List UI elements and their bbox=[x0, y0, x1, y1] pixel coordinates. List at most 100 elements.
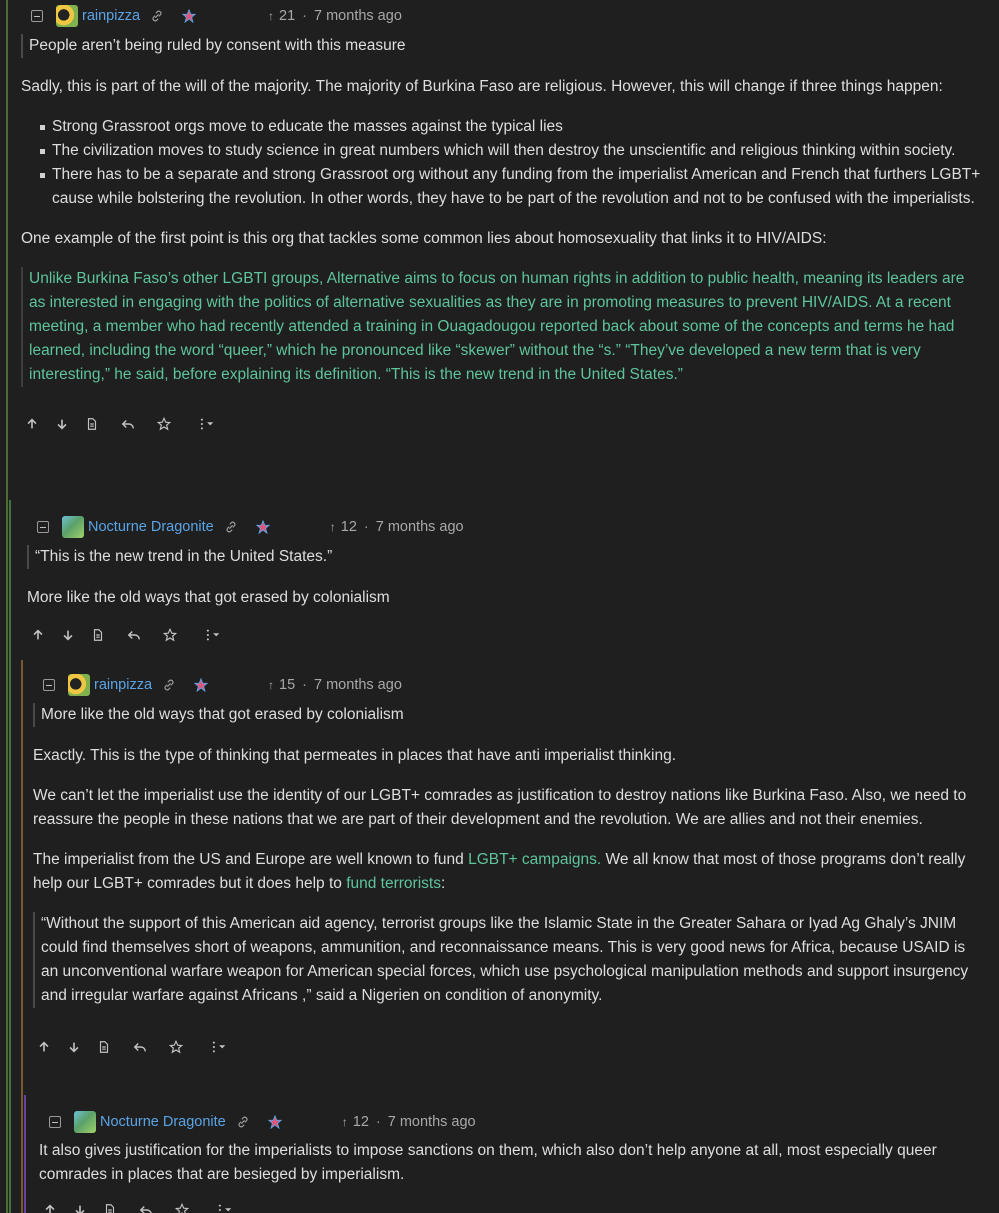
view-source-button[interactable] bbox=[103, 1203, 117, 1213]
comment-text: The imperialist from the US and Europe a… bbox=[33, 851, 966, 892]
link-icon[interactable] bbox=[236, 1115, 250, 1129]
collapse-button[interactable] bbox=[31, 10, 43, 22]
timestamp: 7 months ago bbox=[314, 8, 402, 24]
arrow-down-icon bbox=[63, 630, 73, 641]
comment: Nocturne Dragonite ↑ 12 · 7 months ago “T… bbox=[27, 516, 977, 648]
comment-text: It also gives justification for the impe… bbox=[39, 1142, 937, 1183]
avatar[interactable] bbox=[68, 674, 90, 696]
quote: People aren’t being ruled by consent wit… bbox=[21, 34, 981, 58]
thread-line-1b bbox=[9, 500, 11, 1213]
quote-green: Unlike Burkina Faso’s other LGBTI groups… bbox=[21, 267, 981, 387]
separator: · bbox=[302, 677, 308, 693]
thread-line-3 bbox=[24, 1095, 26, 1213]
collapse-button[interactable] bbox=[37, 521, 49, 533]
save-button[interactable] bbox=[175, 1203, 189, 1213]
username-link[interactable]: Nocturne Dragonite bbox=[100, 1110, 226, 1134]
arrow-up-icon bbox=[33, 629, 43, 640]
link-icon[interactable] bbox=[224, 520, 238, 534]
more-icon bbox=[212, 1041, 226, 1053]
arrow-down-icon bbox=[69, 1042, 79, 1053]
link-icon[interactable] bbox=[150, 9, 164, 23]
comment-header: rainpizza ↑ 21 · 7 months ago bbox=[31, 5, 981, 27]
arrow-down-icon bbox=[75, 1205, 85, 1213]
reply-button[interactable] bbox=[121, 417, 135, 431]
comment-actions bbox=[37, 1034, 978, 1060]
comment: rainpizza ↑ 15 · 7 months ago More like t… bbox=[33, 674, 978, 1060]
username-link[interactable]: rainpizza bbox=[94, 673, 152, 697]
downvote-button[interactable] bbox=[55, 417, 69, 431]
comment-actions bbox=[43, 1197, 979, 1213]
comment-actions bbox=[31, 622, 977, 648]
file-icon bbox=[105, 1204, 115, 1213]
avatar[interactable] bbox=[62, 516, 84, 538]
username-link[interactable]: Nocturne Dragonite bbox=[88, 515, 214, 539]
save-button[interactable] bbox=[163, 628, 177, 642]
arrow-up-icon bbox=[45, 1204, 55, 1213]
save-button[interactable] bbox=[169, 1040, 183, 1054]
separator: · bbox=[363, 519, 369, 535]
fund-terrorists-link[interactable]: fund terrorists bbox=[346, 875, 441, 892]
reply-icon bbox=[139, 1206, 152, 1213]
downvote-button[interactable] bbox=[67, 1040, 81, 1054]
more-menu-button[interactable] bbox=[197, 417, 219, 431]
star-icon bbox=[163, 628, 177, 642]
view-source-button[interactable] bbox=[91, 628, 105, 642]
avatar[interactable] bbox=[74, 1111, 96, 1133]
comment-text: Exactly. This is the type of thinking th… bbox=[33, 747, 677, 764]
bullet-list: Strong Grassroot orgs move to educate th… bbox=[20, 115, 981, 211]
comment: rainpizza ↑ 21 · 7 months ago People aren… bbox=[21, 5, 981, 437]
comment-actions bbox=[25, 411, 981, 437]
upvote-button[interactable] bbox=[31, 628, 45, 642]
more-menu-button[interactable] bbox=[215, 1203, 237, 1213]
comment-header: rainpizza ↑ 15 · 7 months ago bbox=[43, 674, 978, 696]
timestamp: 7 months ago bbox=[375, 519, 464, 535]
list-item: There has to be a separate and strong Gr… bbox=[20, 163, 981, 211]
collapse-button[interactable] bbox=[43, 679, 55, 691]
save-button[interactable] bbox=[157, 417, 171, 431]
downvote-button[interactable] bbox=[73, 1203, 87, 1213]
upvote-button[interactable] bbox=[43, 1203, 57, 1213]
lgbt-campaigns-link[interactable]: LGBT+ campaigns. bbox=[468, 851, 601, 868]
downvote-button[interactable] bbox=[61, 628, 75, 642]
comment-header: Nocturne Dragonite ↑ 12 · 7 months ago bbox=[49, 1111, 979, 1133]
arrow-down-icon bbox=[57, 419, 67, 430]
reply-icon bbox=[121, 420, 134, 429]
reply-icon bbox=[133, 1043, 146, 1052]
more-icon bbox=[218, 1204, 232, 1212]
link-icon[interactable] bbox=[162, 678, 176, 692]
comment-text: More like the old ways that got erased b… bbox=[27, 589, 390, 606]
avatar[interactable] bbox=[56, 5, 78, 27]
username-link[interactable]: rainpizza bbox=[82, 4, 140, 28]
upvote-indicator-icon: ↑ bbox=[329, 520, 336, 534]
more-menu-button[interactable] bbox=[209, 1040, 231, 1054]
comment-header: Nocturne Dragonite ↑ 12 · 7 months ago bbox=[37, 516, 977, 538]
reply-button[interactable] bbox=[127, 628, 141, 642]
rainbow-flair-icon bbox=[194, 678, 209, 692]
thread-line-2 bbox=[21, 660, 23, 1213]
rainbow-flair-icon bbox=[267, 1115, 282, 1129]
score: ↑ 15 bbox=[268, 673, 295, 697]
upvote-indicator-icon: ↑ bbox=[341, 1115, 348, 1129]
more-icon bbox=[206, 629, 220, 641]
more-icon bbox=[200, 418, 214, 430]
comment-text: We can’t let the imperialist use the ide… bbox=[33, 787, 967, 828]
star-icon bbox=[169, 1040, 183, 1054]
upvote-indicator-icon: ↑ bbox=[268, 678, 275, 692]
upvote-button[interactable] bbox=[25, 417, 39, 431]
score: ↑ 12 bbox=[342, 1110, 369, 1134]
timestamp: 7 months ago bbox=[387, 1114, 476, 1130]
reply-button[interactable] bbox=[139, 1203, 153, 1213]
reply-button[interactable] bbox=[133, 1040, 147, 1054]
score: ↑ 12 bbox=[330, 515, 357, 539]
collapse-button[interactable] bbox=[49, 1116, 61, 1128]
file-icon bbox=[87, 418, 97, 430]
more-menu-button[interactable] bbox=[203, 628, 225, 642]
view-source-button[interactable] bbox=[97, 1040, 111, 1054]
list-item: Strong Grassroot orgs move to educate th… bbox=[20, 115, 981, 139]
list-item: The civilization moves to study science … bbox=[20, 139, 981, 163]
view-source-button[interactable] bbox=[85, 417, 99, 431]
upvote-button[interactable] bbox=[37, 1040, 51, 1054]
rainbow-flair-icon bbox=[255, 520, 270, 534]
comment: Nocturne Dragonite ↑ 12 · 7 months ago It… bbox=[39, 1111, 979, 1213]
arrow-up-icon bbox=[27, 418, 37, 429]
